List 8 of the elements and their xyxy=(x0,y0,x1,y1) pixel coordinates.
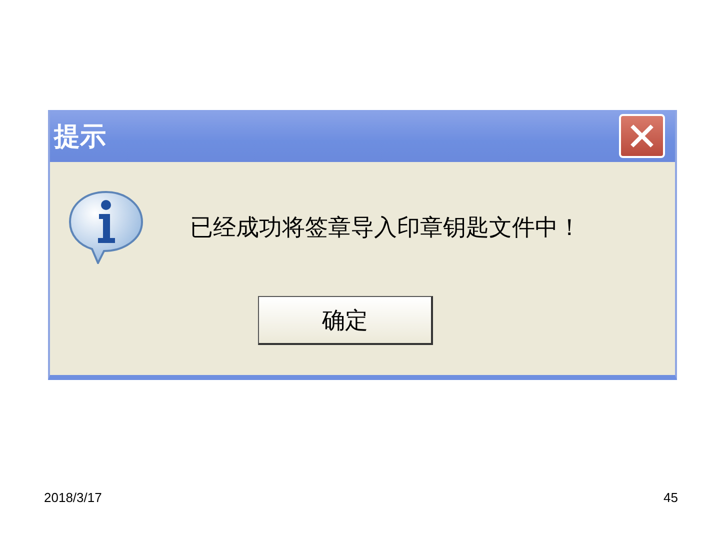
close-icon xyxy=(629,123,655,149)
close-button[interactable] xyxy=(619,114,665,158)
slide-number: 45 xyxy=(664,490,678,505)
message-text: 已经成功将签章导入印章钥匙文件中！ xyxy=(190,214,581,242)
window-title: 提示 xyxy=(54,120,106,154)
info-icon xyxy=(68,190,144,264)
ok-button[interactable]: 确定 xyxy=(258,296,433,345)
slide-date: 2018/3/17 xyxy=(44,490,102,505)
